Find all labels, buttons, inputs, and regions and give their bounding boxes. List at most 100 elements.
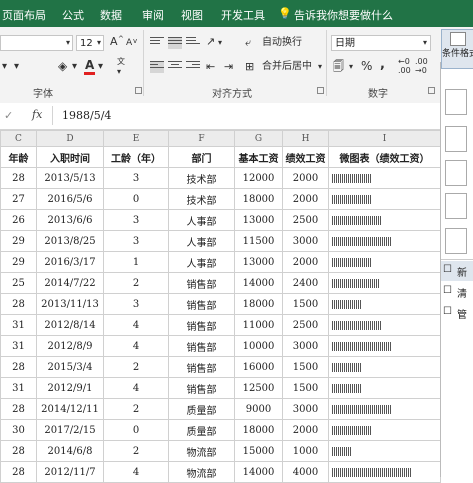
chevron-down-icon[interactable]: ▾ [318,59,322,75]
cell-dept[interactable]: 销售部 [168,335,235,357]
cell-age[interactable]: 28 [0,293,37,315]
cell-spark[interactable] [328,398,441,420]
cell-base[interactable]: 14000 [234,272,283,294]
cell-date[interactable]: 2013/8/25 [36,230,104,252]
cell-years[interactable]: 3 [103,209,169,231]
chevron-down-icon[interactable]: ▾ [423,35,427,51]
cell-years[interactable]: 0 [103,188,169,210]
currency-icon[interactable]: 🗐 [333,59,344,75]
tab-page-layout[interactable]: 页面布局 [2,7,46,23]
cell-base[interactable]: 9000 [234,398,283,420]
header-cell[interactable]: 部门 [168,146,235,168]
cell-base[interactable]: 15000 [234,440,283,462]
cell-perf[interactable]: 3000 [282,398,329,420]
cell-date[interactable]: 2015/3/4 [36,356,104,378]
cell-spark[interactable] [328,356,441,378]
cell-spark[interactable] [328,419,441,441]
cell-base[interactable]: 18000 [234,419,283,441]
column-header[interactable]: I [328,130,441,147]
cell-years[interactable]: 4 [103,377,169,399]
increase-decimal-icon[interactable]: ←0.00 [398,57,411,75]
cell-date[interactable]: 2013/11/13 [36,293,104,315]
cell-age[interactable]: 27 [0,188,37,210]
font-dialog-launcher[interactable] [135,87,142,94]
cell-perf[interactable]: 2400 [282,272,329,294]
tab-view[interactable]: 视图 [181,7,203,23]
chevron-down-icon[interactable]: ▾ [218,35,222,51]
cell-age[interactable]: 30 [0,419,37,441]
cell-date[interactable]: 2012/9/1 [36,377,104,399]
wrap-text-button[interactable]: 自动换行 [262,35,302,51]
highlight-rules-icon[interactable] [445,89,467,115]
chevron-down-icon[interactable]: ▾ [349,59,353,75]
cell-base[interactable]: 14000 [234,461,283,483]
font-size-increase-button[interactable]: A [110,34,118,50]
cell-years[interactable]: 2 [103,440,169,462]
increase-indent-icon[interactable]: ⇥ [224,59,233,75]
comma-button[interactable]: , [380,57,385,73]
cell-spark[interactable] [328,272,441,294]
number-format-dropdown[interactable]: 日期 [331,35,431,51]
alignment-dialog-launcher[interactable] [317,87,324,94]
cell-date[interactable]: 2016/3/17 [36,251,104,273]
cell-dept[interactable]: 质量部 [168,419,235,441]
cell-dept[interactable]: 人事部 [168,251,235,273]
cell-dept[interactable]: 质量部 [168,398,235,420]
header-cell[interactable]: 年龄 [0,146,37,168]
cell-age[interactable]: 26 [0,209,37,231]
cell-spark[interactable] [328,251,441,273]
decrease-indent-icon[interactable]: ⇤ [206,59,215,75]
cell-perf[interactable]: 1000 [282,440,329,462]
insert-function-button[interactable]: fx [32,108,42,121]
cell-perf[interactable]: 2000 [282,188,329,210]
cell-dept[interactable]: 技术部 [168,167,235,189]
cell-date[interactable]: 2013/5/13 [36,167,104,189]
font-name-dropdown[interactable] [0,35,73,51]
cell-spark[interactable] [328,188,441,210]
cell-dept[interactable]: 人事部 [168,209,235,231]
cell-years[interactable]: 3 [103,167,169,189]
cell-years[interactable]: 4 [103,335,169,357]
align-left-icon[interactable] [150,61,164,73]
cell-base[interactable]: 10000 [234,335,283,357]
cell-years[interactable]: 2 [103,272,169,294]
cell-age[interactable]: 28 [0,440,37,462]
chevron-down-icon[interactable]: ▾ [66,35,70,51]
header-cell[interactable]: 绩效工资 [282,146,329,168]
cell-age[interactable]: 31 [0,314,37,336]
cell-age[interactable]: 28 [0,167,37,189]
column-header[interactable]: C [0,130,37,147]
number-dialog-launcher[interactable] [428,87,435,94]
cell-date[interactable]: 2016/5/6 [36,188,104,210]
cell-age[interactable]: 28 [0,398,37,420]
cell-base[interactable]: 11500 [234,230,283,252]
header-cell[interactable]: 基本工资 [234,146,283,168]
cell-spark[interactable] [328,377,441,399]
cell-age[interactable]: 29 [0,230,37,252]
cell-age[interactable]: 31 [0,335,37,357]
align-top-icon[interactable] [150,37,164,49]
percent-button[interactable]: % [361,58,372,74]
cell-dept[interactable]: 销售部 [168,272,235,294]
cell-base[interactable]: 18000 [234,188,283,210]
icon-sets-icon[interactable] [445,228,467,254]
cell-age[interactable]: 29 [0,251,37,273]
chevron-down-icon[interactable]: ▾ [97,35,101,51]
header-cell[interactable]: 微图表（绩效工资） [328,146,441,168]
align-middle-icon[interactable] [168,37,182,49]
align-bottom-icon[interactable] [186,37,200,49]
decrease-decimal-icon[interactable]: .00 →0 [415,57,428,75]
chevron-down-icon[interactable]: ▾ [98,59,103,75]
cell-spark[interactable] [328,461,441,483]
tell-me-search[interactable]: 告诉我你想要做什么 [294,7,393,23]
cell-date[interactable]: 2014/12/11 [36,398,104,420]
cell-spark[interactable] [328,230,441,252]
cell-dept[interactable]: 技术部 [168,188,235,210]
cell-perf[interactable]: 1500 [282,377,329,399]
data-bars-icon[interactable] [445,160,467,186]
cell-perf[interactable]: 3000 [282,230,329,252]
cell-years[interactable]: 4 [103,461,169,483]
wrap-text-icon[interactable]: ⤶ [245,35,251,51]
cell-base[interactable]: 13000 [234,209,283,231]
cell-age[interactable]: 31 [0,377,37,399]
